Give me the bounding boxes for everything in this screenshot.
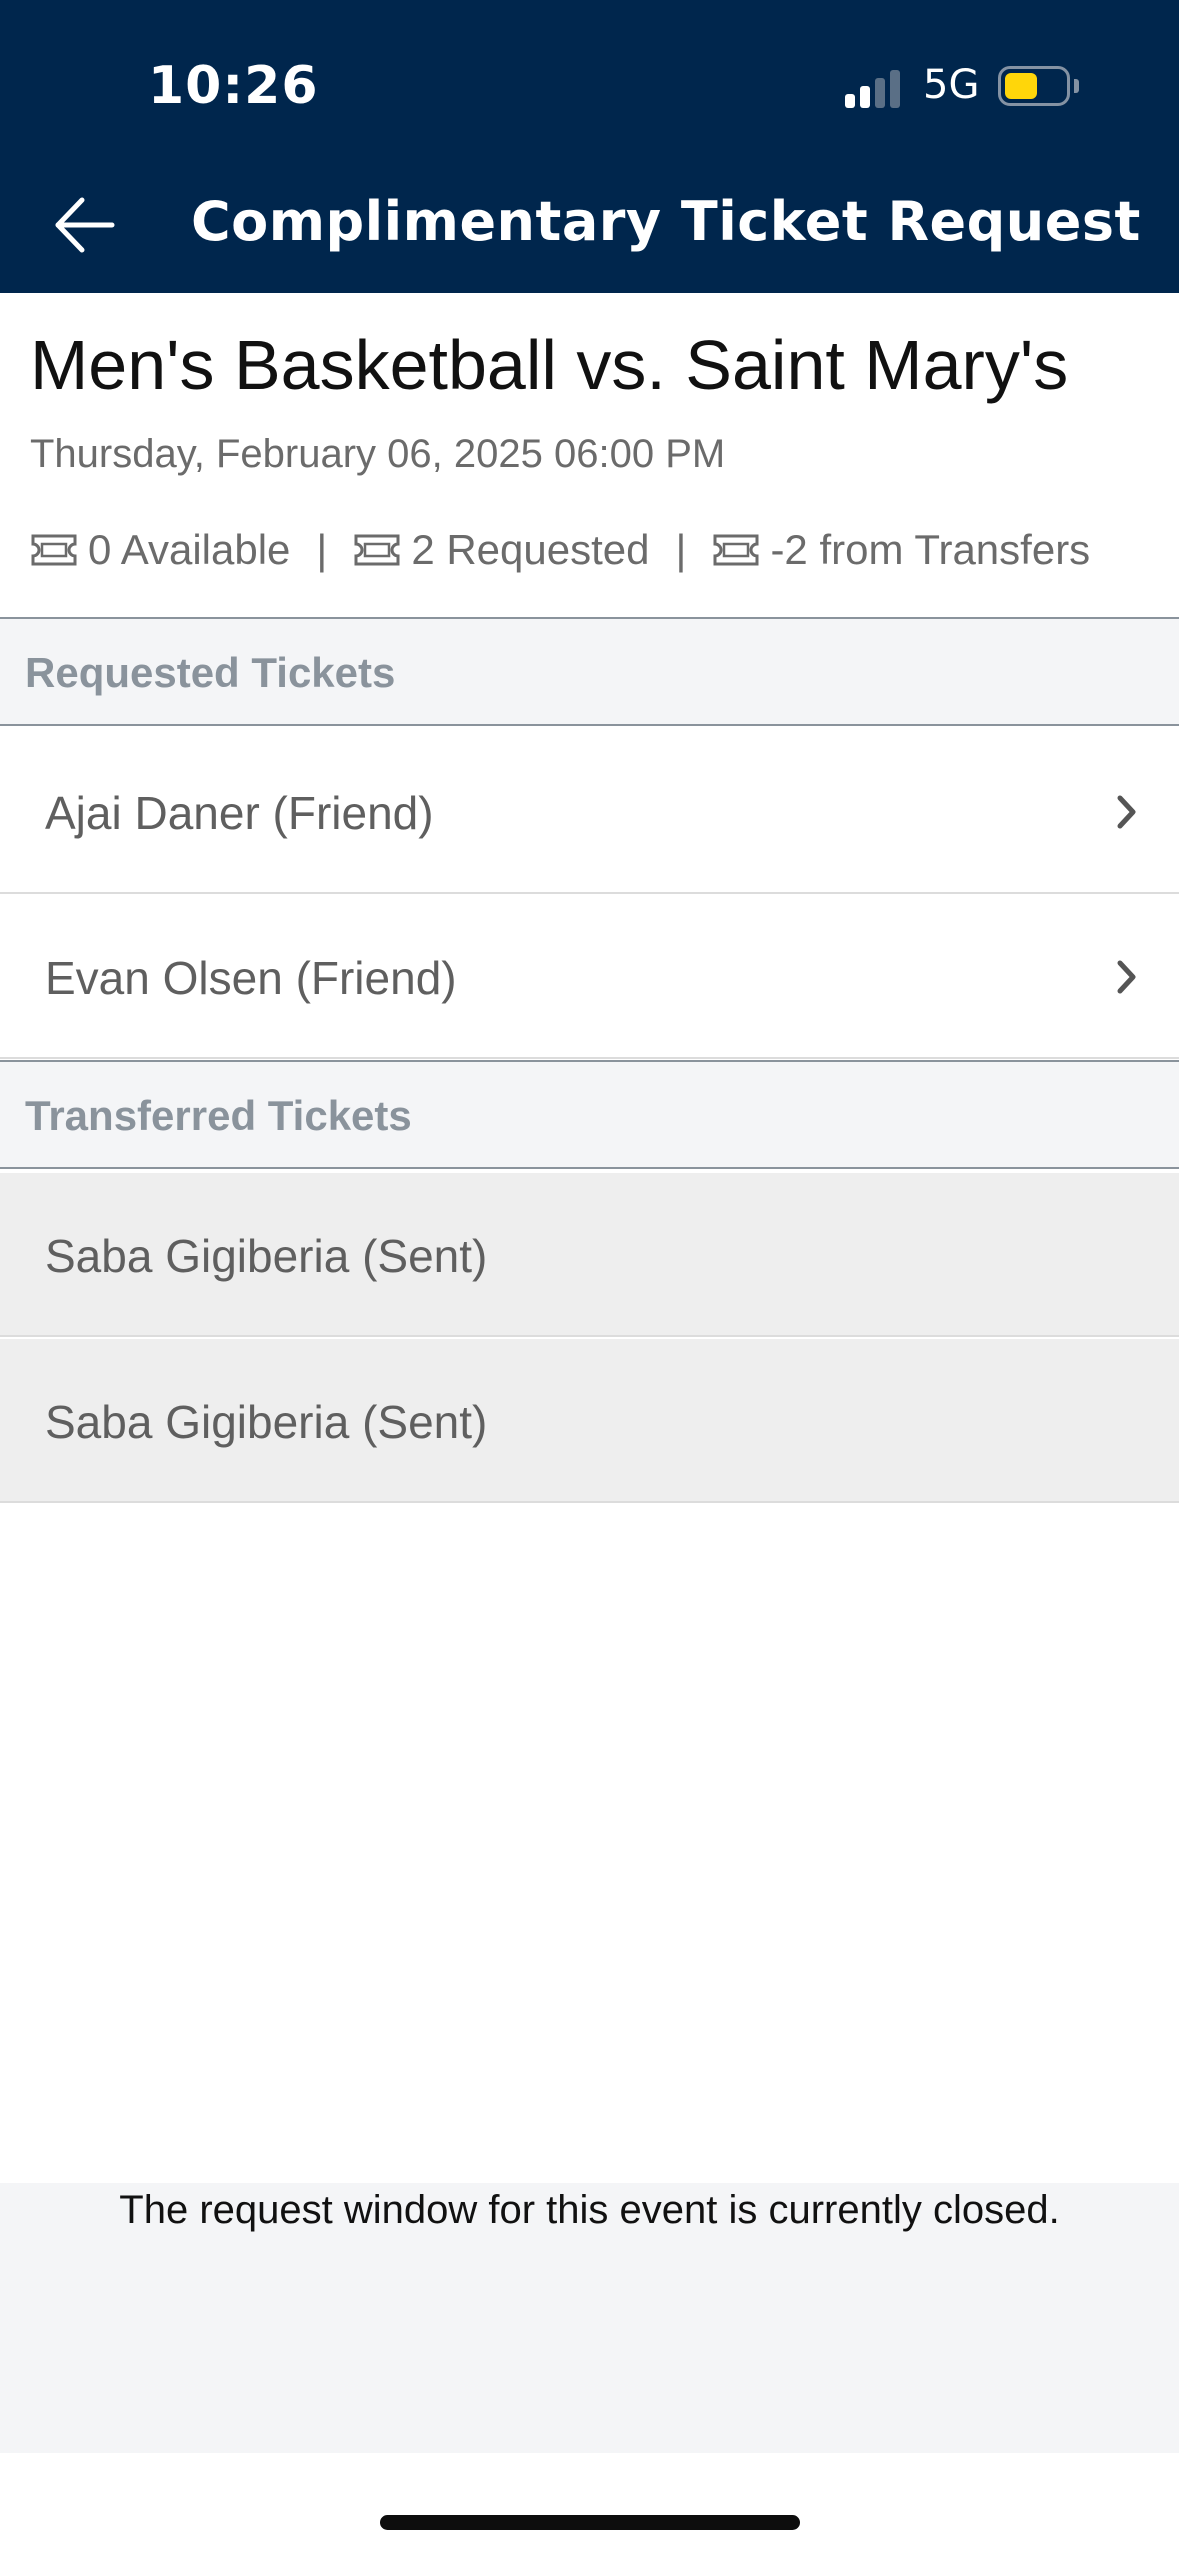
- requested-ticket-label: Evan Olsen (Friend): [45, 952, 457, 1004]
- chevron-right-icon: [1117, 795, 1136, 829]
- section-heading: Requested Tickets: [25, 649, 396, 696]
- transferred-ticket-row: Saba Gigiberia (Sent): [0, 1173, 1179, 1337]
- transferred-ticket-label: Saba Gigiberia (Sent): [45, 1396, 488, 1448]
- stat-separator: |: [316, 526, 328, 573]
- status-time: 10:26: [148, 56, 319, 116]
- chevron-right-icon: [1117, 960, 1136, 994]
- transferred-ticket-row: Saba Gigiberia (Sent): [0, 1339, 1179, 1503]
- ticket-icon: [354, 534, 400, 566]
- event-title: Men's Basketball vs. Saint Mary's: [30, 326, 1069, 404]
- event-datetime: Thursday, February 06, 2025 06:00 PM: [30, 432, 726, 476]
- requested-ticket-row[interactable]: Evan Olsen (Friend): [0, 895, 1179, 1059]
- stat-requested: 2 Requested: [353, 526, 650, 574]
- cellular-signal-icon: [845, 68, 905, 108]
- request-closed-message: The request window for this event is cur…: [119, 2188, 1060, 2232]
- transferred-tickets-header: Transferred Tickets: [0, 1060, 1179, 1169]
- requested-ticket-label: Ajai Daner (Friend): [45, 787, 434, 839]
- stat-transfers-text: -2 from Transfers: [770, 526, 1091, 573]
- section-heading: Transferred Tickets: [25, 1092, 412, 1139]
- ticket-icon: [713, 534, 759, 566]
- requested-ticket-row[interactable]: Ajai Daner (Friend): [0, 730, 1179, 894]
- stat-separator: |: [675, 526, 687, 573]
- ticket-icon: [31, 534, 77, 566]
- app-header: 10:26 5G Complimentary Ticket Request: [0, 0, 1179, 293]
- home-indicator[interactable]: [380, 2515, 800, 2530]
- stat-transfers: -2 from Transfers: [712, 526, 1090, 574]
- ticket-stats: 0 Available | 2 Requested | -2 from Tran…: [30, 520, 1090, 580]
- page-title: Complimentary Ticket Request: [191, 190, 1141, 253]
- stat-available-text: 0 Available: [88, 526, 291, 573]
- arrow-left-icon: [55, 197, 115, 253]
- battery-icon: [998, 66, 1079, 106]
- stat-available: 0 Available: [30, 526, 290, 574]
- stat-requested-text: 2 Requested: [411, 526, 650, 573]
- transferred-ticket-label: Saba Gigiberia (Sent): [45, 1230, 488, 1282]
- back-button[interactable]: [48, 190, 138, 260]
- requested-tickets-header: Requested Tickets: [0, 617, 1179, 726]
- network-type: 5G: [923, 62, 980, 108]
